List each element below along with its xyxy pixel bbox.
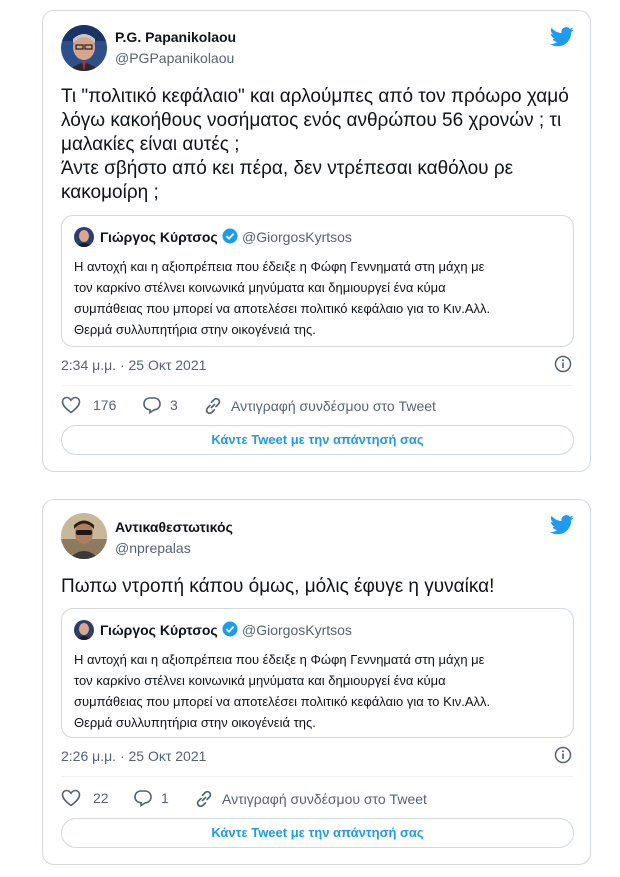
- tweet-text: Πωπω ντροπή κάπου όμως, μόλις έφυγε η γυ…: [61, 576, 495, 597]
- verified-badge-icon: [222, 228, 238, 244]
- reply-count: 3: [170, 397, 178, 413]
- tweet-reply-button[interactable]: Κάντε Tweet με την απάντησή σας: [61, 818, 574, 848]
- twitter-bird-icon[interactable]: [550, 515, 574, 535]
- divider: [61, 776, 574, 777]
- author-name[interactable]: P.G. Papanikolaou: [115, 29, 236, 45]
- avatar: [74, 620, 94, 640]
- tweet-timestamp[interactable]: 2:26 μ.μ. · 25 Οκτ 2021: [61, 748, 206, 764]
- tweet-card: P.G. Papanikolaou @PGPapanikolaou Τι "πο…: [42, 10, 591, 472]
- copy-link-label: Αντιγραφή συνδέσμου στο Tweet: [222, 791, 427, 807]
- author-name[interactable]: Αντικαθεστωτικός: [115, 519, 233, 535]
- like-button[interactable]: 176: [61, 396, 116, 414]
- reply-icon: [134, 790, 152, 807]
- like-count: 176: [93, 397, 117, 413]
- quoted-tweet-text: Η αντοχή και η αξιοπρέπεια που έδειξε η …: [74, 259, 491, 337]
- like-button[interactable]: 22: [61, 789, 109, 807]
- quoted-author-name: Γιώργος Κύρτσος: [100, 622, 218, 638]
- quoted-tweet[interactable]: Γιώργος Κύρτσος @GiorgosKyrtsos Η αντοχή…: [61, 608, 574, 738]
- info-icon[interactable]: [554, 746, 572, 764]
- info-icon[interactable]: [554, 355, 572, 373]
- link-icon: [205, 397, 221, 415]
- copy-link-button[interactable]: Αντιγραφή συνδέσμου στο Tweet: [203, 396, 436, 416]
- copy-link-button[interactable]: Αντιγραφή συνδέσμου στο Tweet: [194, 789, 427, 809]
- tweet-card: Αντικαθεστωτικός @nprepalas Πωπω ντροπή …: [42, 499, 591, 865]
- quoted-author-handle: @GiorgosKyrtsos: [242, 622, 352, 638]
- reply-count: 1: [161, 790, 169, 806]
- divider: [61, 385, 574, 386]
- like-count: 22: [93, 790, 109, 806]
- author-handle[interactable]: @nprepalas: [115, 540, 191, 556]
- copy-link-label: Αντιγραφή συνδέσμου στο Tweet: [231, 398, 436, 414]
- link-icon: [196, 790, 212, 808]
- quoted-tweet[interactable]: Γιώργος Κύρτσος @GiorgosKyrtsos Η αντοχή…: [61, 215, 574, 347]
- avatar[interactable]: [61, 513, 107, 559]
- quoted-tweet-text: Η αντοχή και η αξιοπρέπεια που έδειξε η …: [74, 652, 491, 730]
- tweet-reply-button[interactable]: Κάντε Tweet με την απάντησή σας: [61, 425, 574, 455]
- verified-badge-icon: [222, 621, 238, 637]
- tweet-text: Τι "πολιτικό κεφάλαιο" και αρλούμπες από…: [61, 86, 569, 203]
- quoted-author-name: Γιώργος Κύρτσος: [100, 229, 218, 245]
- heart-icon: [61, 396, 81, 414]
- twitter-bird-icon[interactable]: [550, 27, 574, 47]
- reply-icon: [143, 397, 161, 414]
- avatar: [74, 227, 94, 247]
- tweet-timestamp[interactable]: 2:34 μ.μ. · 25 Οκτ 2021: [61, 357, 206, 373]
- avatar[interactable]: [61, 25, 107, 71]
- reply-count-button[interactable]: 1: [133, 789, 169, 807]
- quoted-author-handle: @GiorgosKyrtsos: [242, 229, 352, 245]
- reply-count-button[interactable]: 3: [142, 396, 178, 414]
- heart-icon: [61, 789, 81, 807]
- author-handle[interactable]: @PGPapanikolaou: [115, 50, 234, 66]
